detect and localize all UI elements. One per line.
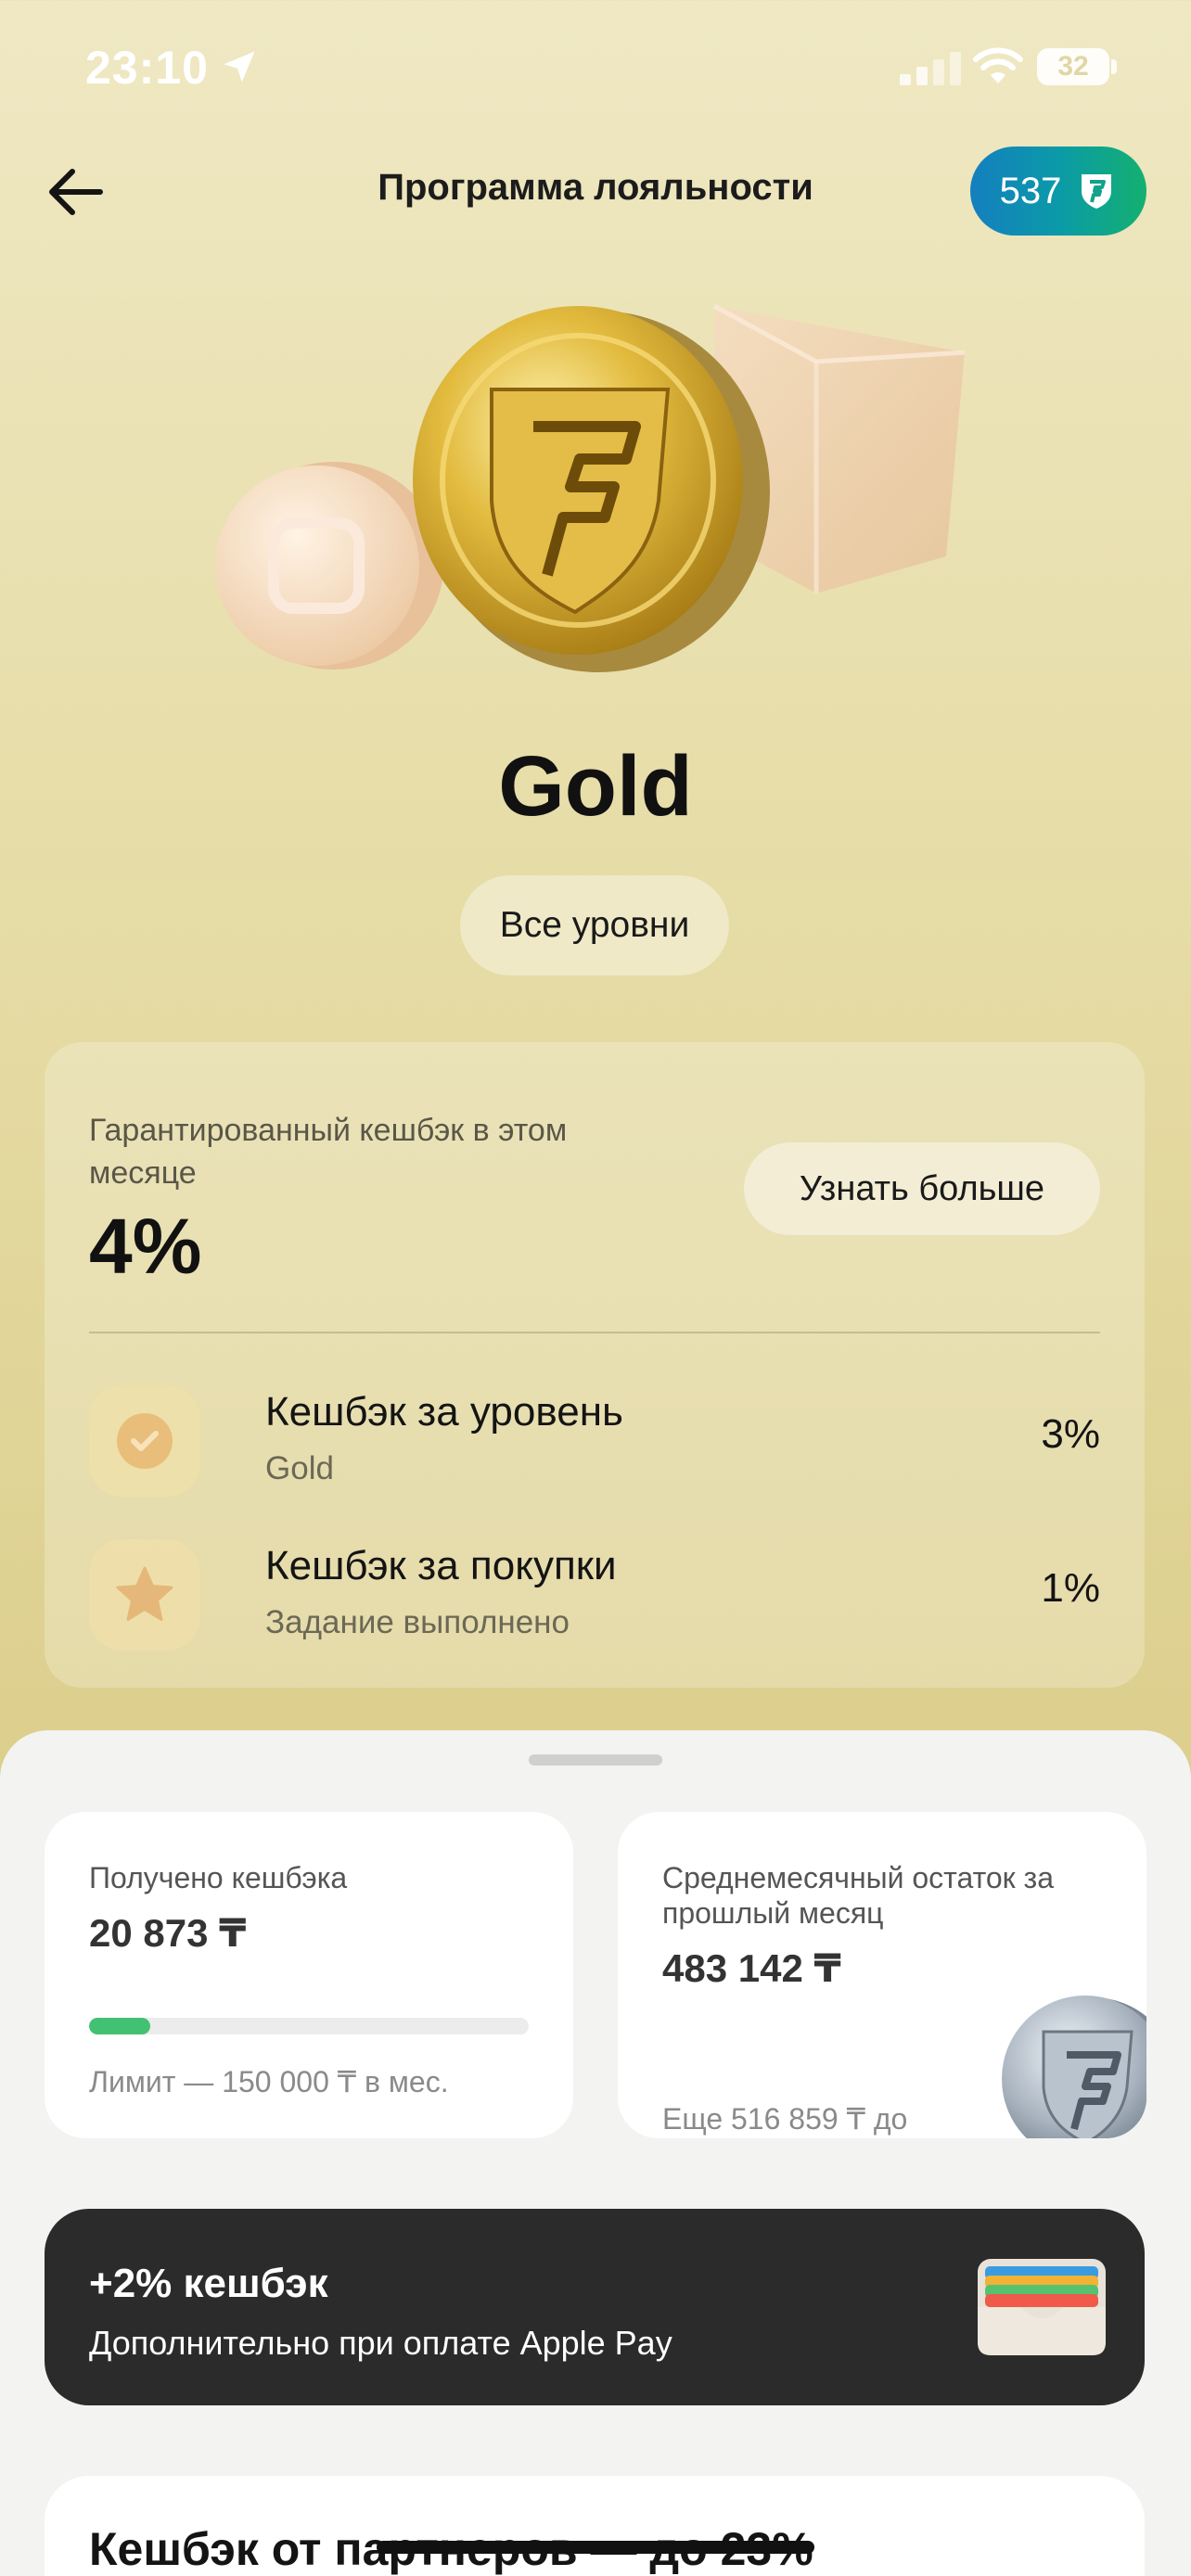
bank-logo-icon xyxy=(1082,174,1112,209)
learn-more-button[interactable]: Узнать больше xyxy=(744,1142,1100,1235)
all-levels-button[interactable]: Все уровни xyxy=(460,875,729,976)
cellular-signal-icon xyxy=(900,52,961,85)
status-time: 23:10 xyxy=(85,42,209,94)
cashback-row-subtitle: Задание выполнено xyxy=(265,1604,570,1640)
points-badge[interactable]: 537 xyxy=(970,147,1146,236)
cashback-row-title: Кешбэк за покупки xyxy=(265,1543,617,1588)
level-icon-box xyxy=(89,1385,200,1497)
points-value: 537 xyxy=(999,170,1062,211)
cashback-card: Гарантированный кешбэк в этом месяце 4% … xyxy=(45,1042,1145,1688)
apple-pay-banner[interactable]: +2% кешбэк Дополнительно при оплате Appl… xyxy=(45,2209,1145,2405)
cashback-row-level: Кешбэк за уровень Gold 3% xyxy=(89,1376,1100,1506)
cashback-limit-note: Лимит — 150 000 ₸ в мес. xyxy=(89,2065,449,2098)
received-cashback-value: 20 873 ₸ xyxy=(89,1911,247,1955)
platinum-coin-icon xyxy=(1002,1996,1146,2138)
star-icon xyxy=(116,1566,173,1621)
battery-level: 32 xyxy=(1057,51,1089,82)
battery-icon: 32 xyxy=(1037,48,1109,85)
card-divider xyxy=(89,1332,1100,1333)
partners-cashback-card[interactable]: Кешбэк от партнеров — до 23% xyxy=(45,2476,1145,2576)
check-icon xyxy=(117,1413,173,1469)
sheet-drag-handle[interactable] xyxy=(529,1754,662,1766)
bottom-sheet[interactable]: Получено кешбэка 20 873 ₸ Лимит — 150 00… xyxy=(0,1730,1191,2576)
average-balance-value: 483 142 ₸ xyxy=(662,1946,841,1990)
average-balance-label: Среднемесячный остаток за прошлый месяц xyxy=(662,1861,1055,1930)
cashback-row-purchases: Кешбэк за покупки Задание выполнено 1% xyxy=(89,1530,1100,1660)
received-cashback-label: Получено кешбэка xyxy=(89,1861,348,1894)
tier-name: Gold xyxy=(498,739,693,834)
home-indicator[interactable] xyxy=(377,2541,814,2554)
cashback-limit-progress xyxy=(89,2018,529,2034)
received-cashback-card[interactable]: Получено кешбэка 20 873 ₸ Лимит — 150 00… xyxy=(45,1812,573,2138)
coins-illustration xyxy=(215,303,966,672)
battery-cap xyxy=(1111,59,1117,74)
wifi-icon xyxy=(973,47,1023,83)
guaranteed-cashback-label: Гарантированный кешбэк в этом месяце xyxy=(89,1113,568,1191)
apple-pay-subtitle: Дополнительно при оплате Apple Pay xyxy=(89,2324,672,2362)
guaranteed-cashback-value: 4% xyxy=(89,1203,202,1290)
average-balance-card[interactable]: Среднемесячный остаток за прошлый месяц … xyxy=(618,1812,1146,2138)
location-arrow-icon xyxy=(224,51,255,83)
apple-pay-title: +2% кешбэк xyxy=(89,2261,328,2306)
purchases-icon-box xyxy=(89,1539,200,1651)
status-bar: 23:10 32 xyxy=(0,0,1191,139)
cashback-progress-fill xyxy=(89,2018,150,2034)
cashback-row-subtitle: Gold xyxy=(265,1450,334,1486)
next-level-note: Еще 516 859 ₸ до уровня Platinum xyxy=(662,2102,908,2138)
cashback-row-value: 3% xyxy=(1041,1411,1100,1457)
cashback-row-value: 1% xyxy=(1041,1565,1100,1611)
cashback-row-title: Кешбэк за уровень xyxy=(265,1389,623,1435)
wallet-icon xyxy=(978,2259,1106,2355)
